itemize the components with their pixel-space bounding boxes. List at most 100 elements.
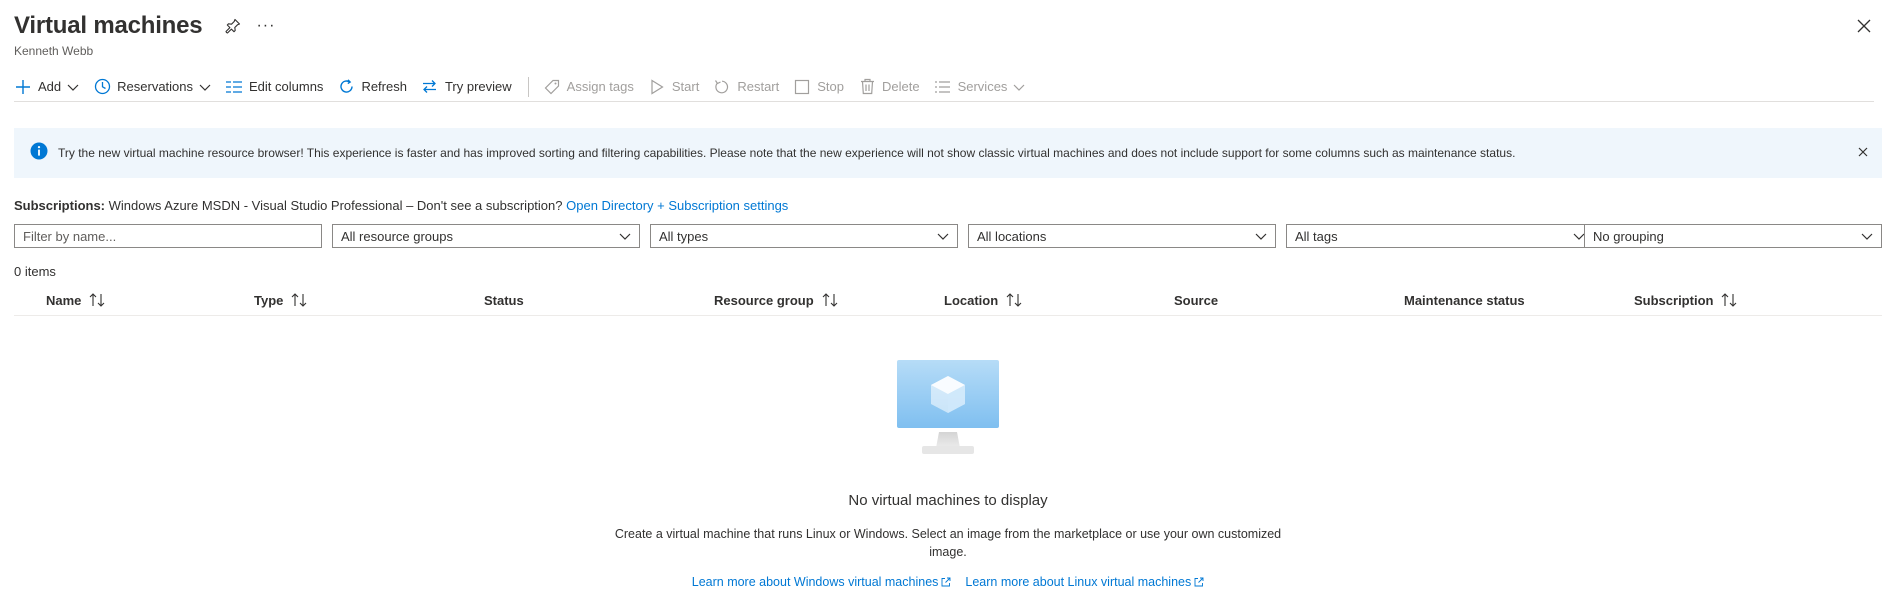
- sort-icon: [822, 293, 838, 307]
- more-options-icon[interactable]: ···: [256, 18, 275, 34]
- delete-button-label: Delete: [882, 79, 920, 94]
- sort-icon: [1006, 293, 1022, 307]
- blade-header: Virtual machines ··· Kenneth Webb: [14, 10, 1874, 60]
- pin-icon[interactable]: [224, 17, 242, 35]
- restart-icon: [713, 78, 731, 96]
- empty-state-links: Learn more about Windows virtual machine…: [598, 575, 1298, 589]
- refresh-button-label: Refresh: [361, 79, 407, 94]
- column-header-type[interactable]: Type: [254, 284, 309, 316]
- column-header-resource-group[interactable]: Resource group: [714, 284, 840, 316]
- services-button-label: Services: [957, 79, 1008, 94]
- virtual-machine-monitor-icon: [897, 360, 999, 454]
- edit-columns-button[interactable]: Edit columns: [225, 73, 323, 101]
- types-dropdown-value: All types: [659, 228, 709, 244]
- subscriptions-value: Windows Azure MSDN - Visual Studio Profe…: [108, 198, 563, 213]
- learn-more-windows-label: Learn more about Windows virtual machine…: [691, 575, 939, 589]
- subscriptions-line: Subscriptions: Windows Azure MSDN - Visu…: [14, 198, 788, 213]
- stop-icon: [793, 78, 811, 96]
- sort-icon: [292, 293, 307, 307]
- column-header-label: Subscription: [1634, 292, 1714, 308]
- toolbar-divider: [527, 76, 529, 97]
- column-header-label: Status: [484, 292, 524, 308]
- page-subtitle: Kenneth Webb: [14, 44, 94, 58]
- item-count: 0 items: [14, 264, 56, 279]
- edit-columns-button-label: Edit columns: [249, 79, 324, 94]
- plus-icon: [14, 78, 32, 96]
- column-header-maintenance-status[interactable]: Maintenance status: [1404, 284, 1525, 316]
- try-preview-button-label: Try preview: [444, 79, 512, 94]
- services-button[interactable]: Services: [934, 73, 1026, 101]
- add-button[interactable]: Add: [14, 73, 79, 101]
- trash-icon: [858, 78, 876, 96]
- tags-dropdown-value: All tags: [1295, 228, 1338, 244]
- external-link-icon: [941, 577, 951, 587]
- restart-button[interactable]: Restart: [713, 73, 779, 101]
- info-banner: Try the new virtual machine resource bro…: [14, 128, 1882, 178]
- swap-icon: [421, 78, 439, 96]
- resource-groups-dropdown[interactable]: All resource groups: [332, 224, 640, 248]
- locations-dropdown-value: All locations: [977, 228, 1047, 244]
- filter-by-name-input[interactable]: [14, 224, 322, 248]
- column-header-status[interactable]: Status: [484, 284, 524, 316]
- chevron-down-icon: [619, 233, 631, 240]
- column-header-label: Source: [1174, 292, 1219, 308]
- column-header-label: Name: [46, 292, 82, 308]
- chevron-down-icon: [937, 233, 949, 240]
- sort-icon: [1722, 293, 1737, 307]
- play-icon: [648, 78, 666, 96]
- stop-button-label: Stop: [817, 79, 844, 94]
- start-button[interactable]: Start: [648, 73, 699, 101]
- chevron-down-icon: [1013, 81, 1025, 93]
- refresh-button[interactable]: Refresh: [337, 73, 407, 101]
- table-header: Name Type Status Resource group Location…: [14, 284, 1882, 316]
- reservations-button[interactable]: Reservations: [93, 73, 211, 101]
- chevron-down-icon: [1255, 233, 1267, 240]
- start-button-label: Start: [671, 79, 700, 94]
- learn-more-linux-link[interactable]: Learn more about Linux virtual machines: [965, 575, 1204, 589]
- column-header-label: Resource group: [714, 292, 814, 308]
- locations-dropdown[interactable]: All locations: [968, 224, 1276, 248]
- add-button-label: Add: [38, 79, 62, 94]
- empty-state-description: Create a virtual machine that runs Linux…: [614, 527, 1282, 559]
- column-header-label: Type: [254, 292, 284, 308]
- list-icon: [934, 78, 952, 96]
- column-header-source[interactable]: Source: [1174, 284, 1218, 316]
- types-dropdown[interactable]: All types: [650, 224, 958, 248]
- chevron-down-icon: [199, 81, 211, 93]
- sort-icon: [90, 293, 105, 307]
- page-title: Virtual machines: [14, 12, 203, 39]
- chevron-down-icon: [1861, 233, 1873, 240]
- info-icon: [30, 142, 48, 165]
- column-header-location[interactable]: Location: [944, 284, 1024, 316]
- dismiss-banner-icon[interactable]: [1856, 145, 1870, 159]
- external-link-icon: [1194, 577, 1204, 587]
- banner-text: Try the new virtual machine resource bro…: [58, 146, 1516, 160]
- resource-groups-dropdown-value: All resource groups: [341, 228, 453, 244]
- grouping-dropdown[interactable]: No grouping: [1584, 224, 1882, 248]
- tag-icon: [543, 78, 561, 96]
- column-header-name[interactable]: Name: [46, 284, 107, 316]
- column-header-subscription[interactable]: Subscription: [1634, 284, 1739, 316]
- grouping-dropdown-value: No grouping: [1593, 228, 1664, 244]
- assign-tags-button-label: Assign tags: [566, 79, 634, 94]
- column-header-label: Location: [944, 292, 999, 308]
- tags-dropdown[interactable]: All tags: [1286, 224, 1594, 248]
- delete-button[interactable]: Delete: [858, 73, 920, 101]
- assign-tags-button[interactable]: Assign tags: [543, 73, 634, 101]
- columns-icon: [225, 78, 243, 96]
- learn-more-linux-label: Learn more about Linux virtual machines: [965, 575, 1192, 589]
- subscription-settings-link[interactable]: Open Directory + Subscription settings: [566, 198, 788, 213]
- learn-more-windows-link[interactable]: Learn more about Windows virtual machine…: [692, 575, 952, 589]
- reservations-button-label: Reservations: [117, 79, 194, 94]
- stop-button[interactable]: Stop: [793, 73, 844, 101]
- refresh-icon: [337, 78, 355, 96]
- try-preview-button[interactable]: Try preview: [421, 73, 512, 101]
- command-bar: Add Reservations Edit columns Refresh Tr…: [14, 72, 1874, 102]
- chevron-down-icon: [67, 81, 79, 93]
- clock-icon: [93, 78, 111, 96]
- close-icon[interactable]: [1854, 16, 1874, 36]
- column-header-label: Maintenance status: [1404, 292, 1525, 308]
- subscriptions-label: Subscriptions:: [14, 198, 106, 213]
- empty-state: No virtual machines to display Create a …: [598, 360, 1298, 589]
- filter-bar: All resource groups All types All locati…: [14, 224, 1884, 248]
